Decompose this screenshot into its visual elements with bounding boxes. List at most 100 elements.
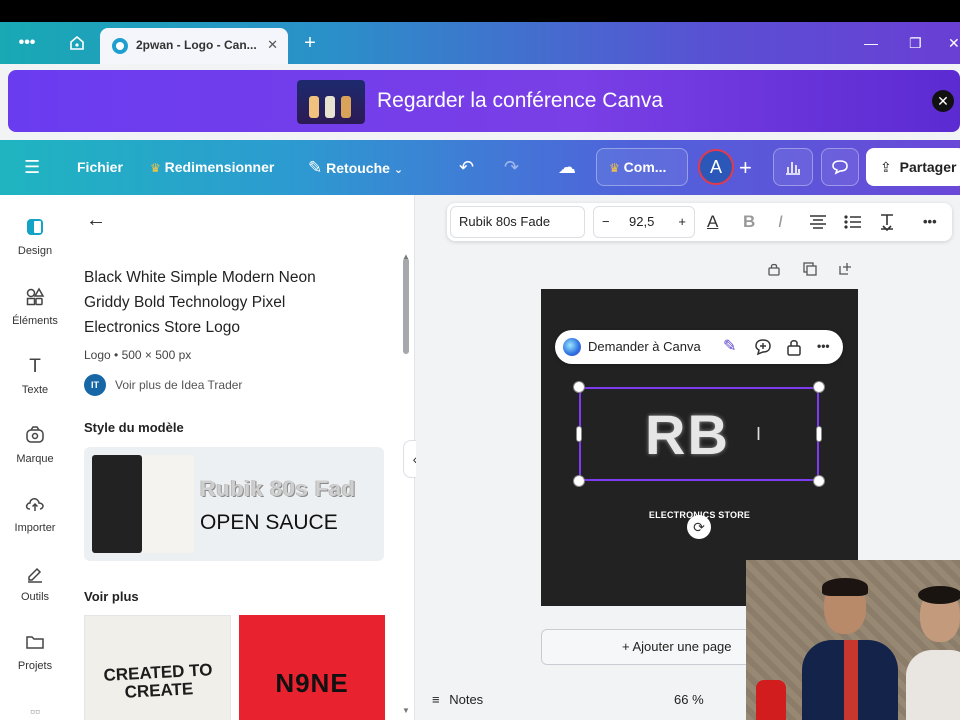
- promo-banner[interactable]: Regarder la conférence Canva ✕: [8, 70, 960, 132]
- rail-item-text[interactable]: T Texte: [0, 356, 70, 396]
- font-size-decrease[interactable]: −: [602, 207, 610, 237]
- rail-item-brand[interactable]: Marque: [0, 425, 70, 465]
- chevron-down-icon: ⌄: [393, 164, 404, 176]
- canva-ai-icon: [563, 338, 581, 356]
- canva-favicon-icon: [112, 38, 128, 54]
- webcam-person: [802, 578, 898, 720]
- browser-tab[interactable]: 2pwan - Logo - Can... ✕: [100, 28, 288, 64]
- spacing-icon[interactable]: [878, 203, 896, 241]
- magic-edit-icon[interactable]: ✎: [723, 336, 736, 356]
- share-icon: ⇪: [880, 159, 892, 175]
- comment-icon[interactable]: [821, 148, 859, 186]
- notes-label: Notes: [449, 692, 484, 707]
- ask-canva-button[interactable]: Demander à Canva: [588, 339, 701, 354]
- webcam-bottle: [756, 680, 786, 720]
- maximize-icon[interactable]: ❐: [909, 22, 922, 64]
- undo-icon[interactable]: ↶: [459, 140, 474, 195]
- rail-item-tools[interactable]: Outils: [0, 563, 70, 603]
- resize-handle[interactable]: [813, 381, 825, 393]
- window-close-icon[interactable]: ✕: [948, 22, 960, 64]
- left-rail: Design Éléments T Texte Marque Importer: [0, 195, 70, 720]
- cloud-check-icon[interactable]: ☁: [558, 140, 576, 195]
- insights-icon[interactable]: [773, 148, 813, 186]
- template-style-card[interactable]: Rubik 80s Fad OPEN SAUCE: [84, 447, 384, 561]
- scroll-up-icon[interactable]: ▲: [402, 252, 410, 261]
- share-button[interactable]: ⇪ Partager: [866, 148, 960, 186]
- more-options-icon[interactable]: •••: [817, 339, 830, 353]
- font-family-select[interactable]: Rubik 80s Fade: [450, 206, 585, 238]
- template-thumbnail[interactable]: CREATED TO CREATE: [84, 615, 231, 720]
- author-link[interactable]: Voir plus de Idea Trader: [115, 378, 242, 392]
- resize-label: Redimensionner: [164, 159, 275, 175]
- template-panel: ← Black White Simple Modern Neon Griddy …: [70, 195, 415, 720]
- rail-item-upload[interactable]: Importer: [0, 494, 70, 534]
- duplicate-page-icon[interactable]: [803, 262, 817, 279]
- lock-page-icon[interactable]: [767, 262, 781, 279]
- font-size-value[interactable]: 92,5: [629, 207, 654, 237]
- webcam-overlay: [746, 560, 960, 720]
- rail-label: Éléments: [12, 315, 58, 327]
- add-page-icon[interactable]: [838, 262, 852, 279]
- rail-label: Design: [17, 245, 53, 257]
- user-avatar[interactable]: A: [698, 149, 734, 185]
- add-comment-icon[interactable]: [754, 336, 772, 361]
- text-color-icon[interactable]: A: [707, 203, 718, 241]
- author-avatar: IT: [84, 374, 106, 396]
- more-options-icon[interactable]: •••: [923, 203, 937, 241]
- design-icon: [24, 217, 46, 239]
- resize-button[interactable]: ♛ Redimensionner: [150, 140, 274, 195]
- tab-close-icon[interactable]: ✕: [267, 37, 278, 53]
- rail-item-projects[interactable]: Projets: [0, 632, 70, 672]
- retouch-button[interactable]: ✎ Retouche ⌄: [308, 140, 403, 195]
- style-font-heading: Rubik 80s Fad: [200, 476, 356, 501]
- share-label: Partager: [899, 159, 957, 175]
- file-menu[interactable]: Fichier: [77, 140, 123, 195]
- rail-label: Importer: [14, 522, 56, 534]
- retouch-label: Retouche: [326, 160, 390, 176]
- folder-icon: [24, 632, 46, 654]
- bold-icon[interactable]: B: [743, 203, 755, 241]
- banner-video-thumbnail: [297, 80, 365, 124]
- style-heading: Style du modèle: [84, 420, 184, 435]
- text-format-bar: Rubik 80s Fade − 92,5 + A B I •••: [447, 203, 952, 241]
- thumbnail-text: CREATED TO CREATE: [103, 660, 213, 702]
- rotate-handle-icon[interactable]: ⟳: [687, 515, 711, 539]
- new-tab-button[interactable]: +: [298, 22, 322, 64]
- notes-button[interactable]: ≡ Notes: [432, 692, 483, 707]
- resize-handle[interactable]: [573, 475, 585, 487]
- font-size-increase[interactable]: +: [678, 207, 686, 237]
- scroll-down-icon[interactable]: ▼: [402, 706, 410, 715]
- resize-handle[interactable]: [573, 381, 585, 393]
- minimize-icon[interactable]: —: [864, 22, 878, 64]
- rail-item-apps[interactable]: ▫▫: [0, 700, 70, 720]
- rail-label: Texte: [21, 384, 49, 396]
- more-horizontal-icon[interactable]: •••: [12, 22, 42, 64]
- rail-item-elements[interactable]: Éléments: [0, 287, 70, 327]
- rail-label: Projets: [17, 660, 53, 672]
- comment-pill-button[interactable]: ♛ Com...: [596, 148, 688, 186]
- add-collaborator-button[interactable]: +: [739, 140, 752, 195]
- rail-label: Marque: [16, 453, 54, 465]
- template-thumbnail[interactable]: N9NE: [239, 615, 385, 720]
- tools-icon: [24, 563, 46, 585]
- banner-close-button[interactable]: ✕: [932, 90, 954, 112]
- home-icon[interactable]: [63, 22, 91, 69]
- selection-box[interactable]: [579, 387, 819, 481]
- elements-icon: [24, 287, 46, 309]
- list-icon[interactable]: [844, 203, 862, 241]
- more-heading: Voir plus: [84, 589, 139, 604]
- zoom-level[interactable]: 66 %: [674, 692, 704, 707]
- italic-icon[interactable]: I: [778, 203, 783, 241]
- align-center-icon[interactable]: [809, 203, 827, 241]
- thumbnail-text: N9NE: [275, 668, 349, 698]
- rail-label: Outils: [20, 591, 50, 603]
- side-handle[interactable]: [576, 426, 582, 442]
- panel-scrollbar[interactable]: [403, 258, 409, 354]
- rail-item-design[interactable]: Design: [0, 217, 70, 257]
- hamburger-icon[interactable]: ☰: [24, 140, 40, 195]
- redo-icon[interactable]: ↷: [504, 140, 519, 195]
- side-handle[interactable]: [816, 426, 822, 442]
- lock-icon[interactable]: [786, 336, 802, 361]
- resize-handle[interactable]: [813, 475, 825, 487]
- back-arrow-icon[interactable]: ←: [86, 209, 106, 232]
